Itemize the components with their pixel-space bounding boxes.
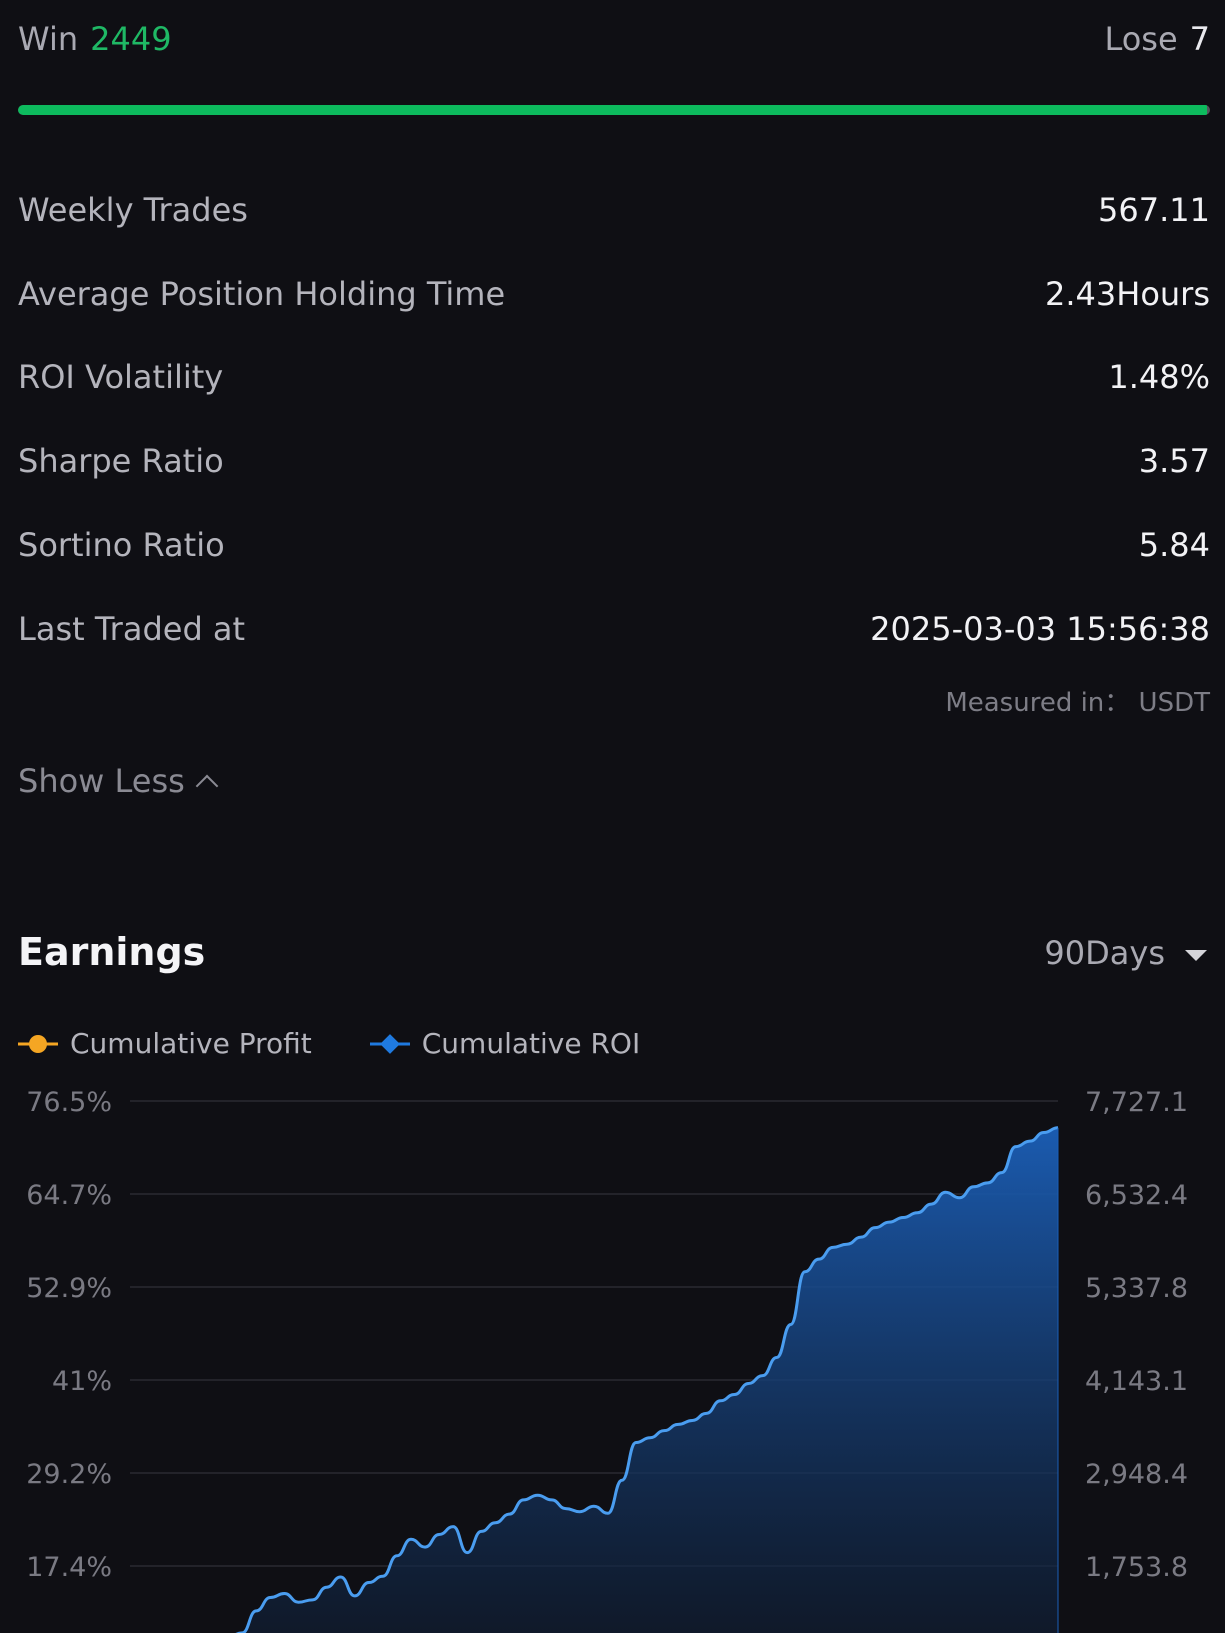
- stat-label: Sortino Ratio: [18, 526, 225, 564]
- chart-legend: Cumulative Profit Cumulative ROI: [18, 1027, 640, 1060]
- y-left-tick-label: 64.7%: [26, 1180, 112, 1211]
- legend-label: Cumulative Profit: [70, 1027, 312, 1060]
- win-count: 2449: [90, 20, 172, 58]
- y-right-tick-label: 5,337.8: [1085, 1273, 1188, 1304]
- earnings-title: Earnings: [18, 930, 206, 974]
- stat-last-traded: Last Traded at 2025-03-03 15:56:38: [18, 604, 1210, 654]
- stat-sharpe-ratio: Sharpe Ratio 3.57: [18, 436, 1210, 486]
- stat-value: 1.48%: [1108, 358, 1210, 396]
- y-left-tick-label: 17.4%: [26, 1552, 112, 1583]
- y-left-tick-label: 41%: [52, 1366, 112, 1397]
- period-dropdown[interactable]: 90Days: [1044, 934, 1207, 972]
- win-label: Win: [18, 20, 79, 58]
- earnings-chart: 76.5% 7,727.1 64.7% 6,532.4 52.9% 5,337.8 41% 4…: [26, 1087, 1188, 1633]
- win-group: Win 2449: [18, 20, 172, 58]
- show-less-button[interactable]: Show Less: [18, 762, 219, 800]
- period-value: 90Days: [1044, 934, 1165, 972]
- win-bar-fill: [18, 105, 1207, 115]
- win-lose-bar: [18, 105, 1210, 115]
- lose-count: 7: [1189, 20, 1210, 58]
- y-right-tick-label: 4,143.1: [1085, 1366, 1188, 1397]
- legend-item-roi[interactable]: Cumulative ROI: [369, 1027, 641, 1060]
- legend-label: Cumulative ROI: [421, 1027, 641, 1060]
- stat-weekly-trades: Weekly Trades 567.11: [18, 185, 1210, 235]
- stat-value: 3.57: [1138, 442, 1210, 480]
- stat-label: Weekly Trades: [18, 191, 248, 229]
- lose-label: Lose: [1104, 20, 1178, 58]
- stat-value: 567.11: [1098, 191, 1210, 229]
- win-lose-row: Win 2449 Lose 7: [18, 14, 1210, 64]
- stat-value: 5.84: [1138, 526, 1210, 564]
- stat-label: Average Position Holding Time: [18, 275, 506, 313]
- lose-group: Lose 7: [1104, 20, 1210, 58]
- y-right-tick-label: 7,727.1: [1085, 1087, 1188, 1118]
- y-right-tick-label: 6,532.4: [1085, 1180, 1188, 1211]
- caret-down-icon: [1185, 949, 1207, 961]
- y-right-tick-label: 1,753.8: [1085, 1552, 1188, 1583]
- y-left-tick-label: 76.5%: [26, 1087, 112, 1118]
- y-right-tick-label: 2,948.4: [1085, 1459, 1188, 1490]
- stat-label: Last Traded at: [18, 610, 246, 648]
- legend-item-profit[interactable]: Cumulative Profit: [18, 1027, 312, 1060]
- blue-diamond-line-icon: [369, 1033, 410, 1054]
- stat-value: 2.43Hours: [1045, 275, 1210, 313]
- stat-holding-time: Average Position Holding Time 2.43Hours: [18, 269, 1210, 319]
- stat-value: 2025-03-03 15:56:38: [870, 610, 1210, 648]
- chevron-up-icon: [195, 774, 219, 798]
- stat-label: ROI Volatility: [18, 358, 224, 396]
- orange-dot-line-icon: [18, 1034, 58, 1053]
- stat-sortino-ratio: Sortino Ratio 5.84: [18, 520, 1210, 570]
- y-left-tick-label: 52.9%: [26, 1273, 112, 1304]
- stat-label: Sharpe Ratio: [18, 442, 224, 480]
- measured-unit-note: Measured in： USDT: [945, 688, 1210, 718]
- y-left-tick-label: 29.2%: [26, 1459, 112, 1490]
- stat-roi-volatility: ROI Volatility 1.48%: [18, 352, 1210, 402]
- show-less-label: Show Less: [18, 762, 185, 800]
